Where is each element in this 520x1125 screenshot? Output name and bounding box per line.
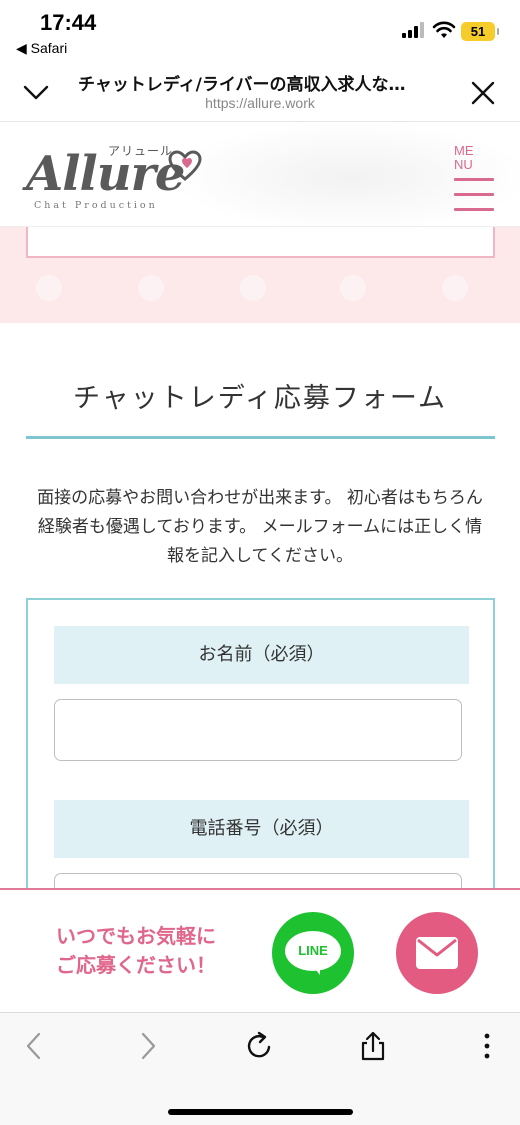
chevron-left-icon[interactable]: [20, 1031, 50, 1061]
browser-toolbar: [0, 1012, 520, 1125]
mail-icon: [416, 937, 458, 969]
sticky-cta-bar: いつでもお気軽に ご応募ください！ LINE: [0, 888, 520, 1012]
decor-dot: [240, 275, 266, 301]
line-button[interactable]: LINE: [272, 912, 354, 994]
decor-dot: [138, 275, 164, 301]
site-logo[interactable]: Allure アリュール Chat Production: [26, 142, 216, 212]
battery-indicator: 51: [461, 22, 499, 41]
logo-subtitle: Chat Production: [34, 200, 158, 211]
back-to-app-link[interactable]: ◀ Safari: [16, 40, 67, 57]
line-bubble-tail: [312, 965, 320, 975]
menu-label[interactable]: ME NU: [454, 144, 474, 172]
cta-line-1: いつでもお気軽に: [56, 924, 216, 948]
cta-message: いつでもお気軽に ご応募ください！: [56, 922, 216, 980]
name-field-label: お名前（必須）: [54, 626, 469, 684]
page-title: チャットレディ/ライバーの高収入求人な…: [78, 75, 406, 95]
pink-bordered-box: [26, 227, 495, 258]
pink-dot-band: [0, 227, 520, 323]
application-form: お名前（必須） 電話番号（必須）: [26, 598, 495, 935]
close-icon[interactable]: [470, 80, 496, 106]
reload-icon[interactable]: [245, 1031, 275, 1061]
phone-field-label: 電話番号（必須）: [54, 800, 469, 858]
home-indicator: [168, 1109, 353, 1115]
decor-dot: [340, 275, 366, 301]
menu-label-line-1: ME: [454, 143, 474, 158]
more-vertical-icon[interactable]: [472, 1031, 502, 1061]
logo-kana: アリュール: [108, 144, 174, 158]
title-divider: [26, 436, 495, 439]
cta-line-2: ご応募ください！: [56, 953, 216, 977]
screen: 17:44 ◀ Safari 51 チャットレディ/ライバーの高収入求人な… h…: [0, 0, 520, 1125]
status-bar: 17:44 ◀ Safari 51: [0, 0, 520, 60]
share-icon[interactable]: [358, 1031, 388, 1061]
clock: 17:44: [40, 10, 97, 35]
heart-icon: [168, 150, 202, 181]
menu-label-line-2: NU: [454, 157, 473, 172]
signal-icon: [402, 22, 424, 38]
site-header: Allure アリュール Chat Production ME NU: [0, 122, 520, 227]
hamburger-menu-icon[interactable]: [454, 178, 494, 212]
chevron-right-icon[interactable]: [132, 1031, 162, 1061]
decor-dot: [36, 275, 62, 301]
form-intro-text: 面接の応募やお問い合わせが出来ます。 初心者はもちろん経験者も優遇しております。…: [37, 488, 483, 566]
page-url[interactable]: https://allure.work: [0, 95, 520, 111]
name-input[interactable]: [54, 699, 462, 761]
menu-line: [454, 178, 494, 181]
menu-line: [454, 208, 494, 211]
mail-button[interactable]: [396, 912, 478, 994]
wifi-icon: [432, 21, 456, 38]
decor-dot: [442, 275, 468, 301]
menu-line: [454, 193, 494, 196]
browser-address-bar: チャットレディ/ライバーの高収入求人な… https://allure.work: [0, 60, 520, 122]
form-title: チャットレディ応募フォーム: [72, 383, 448, 414]
